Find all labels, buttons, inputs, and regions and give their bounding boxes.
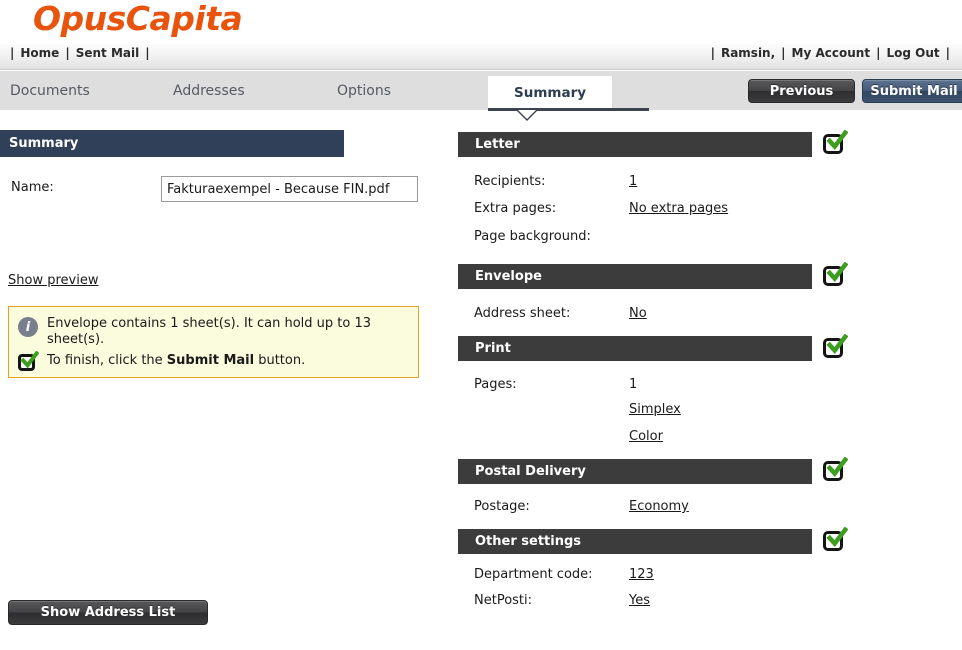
row-label-netposti: NetPosti:	[474, 593, 533, 608]
row-value-postage[interactable]: Economy	[629, 499, 689, 514]
row-label-address-sheet: Address sheet:	[474, 306, 571, 321]
row-value-extra-pages[interactable]: No extra pages	[629, 201, 728, 216]
row-label-pages: Pages:	[474, 377, 517, 392]
row-value-pages: 1	[629, 377, 638, 392]
row-value-print-color-mode[interactable]: Color	[629, 429, 663, 444]
check-icon	[823, 334, 849, 360]
row-label-page-background: Page background:	[474, 229, 591, 244]
check-icon	[823, 262, 849, 288]
row-label-extra-pages: Extra pages:	[474, 201, 557, 216]
summary-sections-column: Letter Recipients: 1 Extra pages: No ext…	[0, 0, 962, 650]
row-label-recipients: Recipients:	[474, 174, 546, 189]
section-header-envelope: Envelope	[458, 264, 812, 289]
row-label-postage: Postage:	[474, 499, 530, 514]
section-header-postal-delivery: Postal Delivery	[458, 459, 812, 484]
row-value-netposti[interactable]: Yes	[629, 593, 650, 608]
check-icon	[823, 527, 849, 553]
section-header-print: Print	[458, 336, 812, 361]
section-header-other-settings: Other settings	[458, 529, 812, 554]
check-icon	[823, 130, 849, 156]
row-value-recipients[interactable]: 1	[629, 174, 637, 189]
row-label-department-code: Department code:	[474, 567, 593, 582]
section-header-letter: Letter	[458, 132, 812, 157]
check-icon	[823, 457, 849, 483]
row-value-print-duplex-mode[interactable]: Simplex	[629, 402, 681, 417]
row-value-department-code[interactable]: 123	[629, 567, 654, 582]
row-value-address-sheet[interactable]: No	[629, 306, 647, 321]
